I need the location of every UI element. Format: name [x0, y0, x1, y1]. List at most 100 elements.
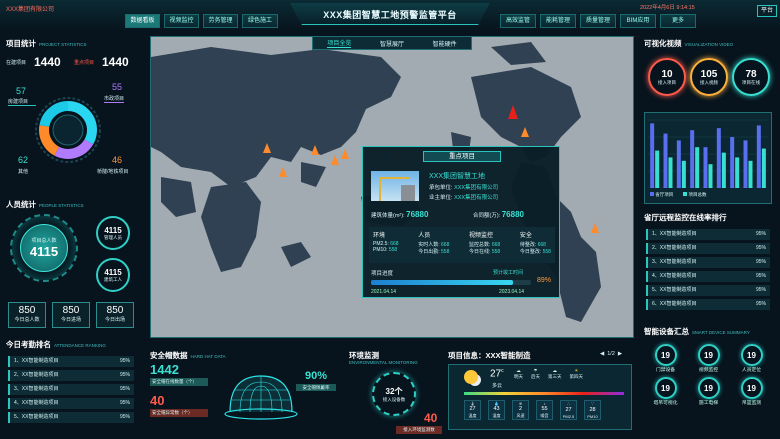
env-alarm-value: 40: [424, 411, 438, 425]
remote-ranking-row[interactable]: 6、XX智能制造项目 95%: [646, 299, 770, 310]
forecast-day-label: 第三天: [548, 374, 562, 379]
current-temp-value: 27: [490, 368, 502, 380]
nav-energy-management[interactable]: 能耗管理: [540, 14, 576, 28]
legend-item-total: 项目总数: [683, 192, 707, 198]
env-tiles: 🌡 27 温度 💧 43 湿度 ≋ 2 风速 ♪ 55 噪音 ∴ 27 PM2.5 ∵ 28 PM10: [464, 400, 601, 420]
video-r2-value: 558: [491, 249, 501, 255]
attendance-row-name: 1、XX智能制造项目: [14, 358, 59, 364]
project-marker-icon[interactable]: [341, 149, 349, 159]
nav-green-construction[interactable]: 绿色施工: [242, 14, 278, 28]
people-header: 人员: [418, 233, 431, 239]
remote-ranking-row[interactable]: 4、XX智能制造项目 95%: [646, 271, 770, 282]
device-label: 人员定位: [741, 368, 762, 373]
nav-efficient-supervision[interactable]: 高效监管: [500, 14, 536, 28]
device-label: 吊篮监测: [741, 401, 762, 406]
chart-bar-provincial: [663, 133, 668, 188]
map-tab-smart-gallery[interactable]: 智慧展厅: [380, 39, 404, 48]
pager-prev-icon[interactable]: ◀: [600, 351, 604, 357]
popup-project-name: XXX集团智慧工地: [429, 173, 486, 180]
manager-label: 管理人员: [104, 234, 122, 240]
remote-ranking-list: 1、XX智能制造项目 95% 2、XX智能制造项目 95% 3、XX智能制造项目 95…: [646, 229, 770, 310]
remote-ranking-title: 省厅远程监控在线率排行: [644, 213, 727, 222]
project-marker-icon[interactable]: [508, 105, 518, 119]
tile-label: 噪音: [540, 412, 549, 418]
chart-bar-provincial: [716, 128, 721, 188]
nav-data-board[interactable]: 数据看板: [125, 14, 160, 28]
people-stats-title: 人员统计 PEOPLE STATISTICS: [6, 200, 84, 209]
progress-fill: [371, 280, 514, 285]
project-marker-icon[interactable]: [591, 223, 599, 233]
chart-bar-total: [721, 152, 726, 188]
remote-ranking-row[interactable]: 3、XX智能制造项目 95%: [646, 257, 770, 268]
device-tower-crane[interactable]: 19 塔吊可视化: [644, 377, 687, 406]
remote-row-name: 4、XX智能制造项目: [652, 273, 697, 279]
remote-row-name: 1、XX智能制造项目: [652, 231, 697, 237]
particle-icon: ∵: [591, 401, 594, 407]
attendance-row-pct: 95%: [119, 414, 130, 420]
pager-next-icon[interactable]: ▶: [618, 351, 622, 357]
current-temp: 27c: [490, 368, 504, 379]
remote-ranking-row[interactable]: 5、XX智能制造项目 95%: [646, 285, 770, 296]
remote-row-name: 5、XX智能制造项目: [652, 287, 697, 293]
device-gondola-monitor[interactable]: 19 吊篮监测: [730, 377, 773, 406]
helmet-online-value: 1442: [150, 362, 179, 377]
particle-icon: ∴: [567, 401, 570, 407]
attendance-row[interactable]: 5、XX智能制造项目 95%: [8, 412, 134, 423]
housing-label: 房建项目: [8, 98, 37, 106]
platform-button[interactable]: 平台: [757, 5, 777, 17]
video-r2-label: 今日在线:: [469, 249, 491, 255]
attendance-row[interactable]: 2、XX智能制造项目 95%: [8, 370, 134, 381]
helmet-title: 安全帽数据 HARD HAT DATA: [150, 351, 226, 360]
project-marker-icon[interactable]: [331, 155, 339, 165]
project-info-pager: ◀ 1/2 ▶: [600, 351, 622, 357]
tile-value: 55: [541, 406, 548, 413]
attendance-row-pct: 95%: [119, 358, 130, 364]
housing-value: 57: [16, 86, 27, 96]
remote-row-pct: 95%: [755, 301, 766, 307]
device-door-access[interactable]: 19 门禁设备: [644, 344, 687, 373]
map-tab-overview[interactable]: 项目全览: [327, 38, 352, 48]
smart-devices-grid: 19 门禁设备 19 视频监控 19 人员定位 19 塔吊可视化 19 施工电梯 19 吊篮…: [644, 344, 774, 406]
attendance-row[interactable]: 4、XX智能制造项目 95%: [8, 398, 134, 409]
page-title: XXX集团智慧工地预警监管平台: [323, 10, 457, 20]
nav-quality-management[interactable]: 质量管理: [580, 14, 616, 28]
safety-r2-label: 今日整改:: [519, 249, 542, 255]
helmet-alarm-value: 40: [150, 393, 165, 408]
device-video-monitor[interactable]: 19 视频监控: [687, 344, 730, 373]
people-r2-value: 558: [441, 249, 450, 255]
nav-labor-management[interactable]: 劳务管理: [203, 14, 238, 28]
remote-ranking-row[interactable]: 2、XX智能制造项目 95%: [646, 243, 770, 254]
today-total-label: 今日总人数: [14, 317, 40, 323]
safety-header: 安全: [519, 233, 532, 239]
key-project-popup: 重点项目 XXX集团智慧工地 承包单位: XXX集团有限公司 业主单位: XXX…: [362, 146, 560, 298]
progress-percent: 89%: [537, 277, 552, 284]
people-total-value: 4115: [29, 244, 59, 259]
device-personnel-locate[interactable]: 19 人员定位: [730, 344, 773, 373]
nav-bim-application[interactable]: BIM应用: [620, 14, 656, 28]
today-entry-box: 850 今日进场: [52, 302, 90, 328]
chart-bar-total: [708, 164, 713, 188]
key-projects-label: 重点项目: [74, 60, 95, 66]
project-marker-icon[interactable]: [311, 145, 319, 155]
nav-more[interactable]: 更多: [660, 14, 696, 28]
legend-item-provincial: 省厅项目: [650, 192, 673, 198]
project-marker-icon[interactable]: [279, 167, 287, 177]
tile-value: 2: [518, 406, 523, 413]
remote-ranking-row[interactable]: 1、XX智能制造项目 95%: [646, 229, 770, 240]
attendance-row[interactable]: 3、XX智能制造项目 95%: [8, 384, 134, 395]
progress-label: 项目进度: [371, 271, 394, 277]
device-construction-elevator[interactable]: 19 施工电梯: [687, 377, 730, 406]
remote-row-name: 6、XX智能制造项目: [652, 301, 697, 307]
project-marker-icon[interactable]: [521, 127, 529, 137]
map-tab-smart-hardware[interactable]: 智能硬件: [433, 39, 457, 48]
progress-track: [371, 280, 531, 285]
today-entry-value: 850: [62, 305, 80, 316]
forecast-day-label: 明天: [514, 374, 523, 379]
today-exit-box: 850 今日出场: [96, 302, 134, 328]
nav-video-monitor[interactable]: 视频监控: [164, 14, 199, 28]
project-marker-icon[interactable]: [263, 143, 271, 153]
attendance-row-name: 3、XX智能制造项目: [14, 386, 59, 392]
tile-label: PM2.5: [562, 413, 575, 419]
attendance-row[interactable]: 1、XX智能制造项目 95%: [8, 356, 134, 367]
device-label: 施工电梯: [698, 401, 719, 406]
